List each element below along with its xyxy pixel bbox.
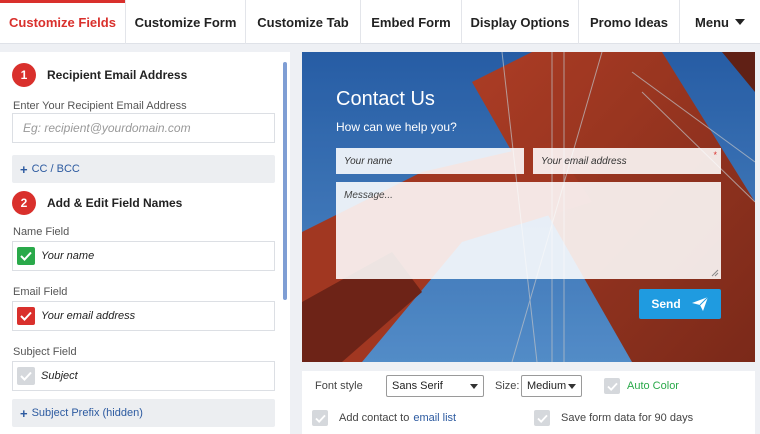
- tab-label: Customize Form: [134, 14, 237, 30]
- panel-scrollbar[interactable]: [283, 62, 287, 300]
- name-field-value: Your name: [41, 250, 95, 262]
- auto-color-label: Auto Color: [627, 380, 679, 392]
- subject-field-value: Subject: [41, 370, 78, 382]
- section-title: Add & Edit Field Names: [47, 196, 183, 210]
- tab-label: Embed Form: [371, 14, 451, 30]
- chevron-down-icon: [470, 383, 478, 389]
- font-style-label: Font style: [315, 380, 363, 392]
- subject-field-checkbox[interactable]: [17, 367, 35, 385]
- preview-email-input[interactable]: Your email address *: [533, 148, 721, 174]
- contact-title: Contact Us: [336, 88, 435, 110]
- name-field-label: Name Field: [13, 226, 70, 238]
- step-number-badge: 1: [12, 63, 36, 87]
- subject-prefix-toggle[interactable]: + Subject Prefix (hidden): [12, 399, 275, 427]
- tab-embed-form[interactable]: Embed Form: [361, 0, 462, 44]
- send-label: Send: [651, 297, 681, 311]
- paper-plane-icon: [691, 296, 709, 311]
- checkmark-icon: [606, 382, 618, 391]
- subject-field-label: Subject Field: [13, 346, 77, 358]
- tab-customize-tab[interactable]: Customize Tab: [246, 0, 361, 44]
- tab-customize-form[interactable]: Customize Form: [126, 0, 246, 44]
- email-field-value: Your email address: [41, 310, 136, 322]
- checkmark-icon: [314, 414, 326, 423]
- checkmark-icon: [536, 414, 548, 423]
- tab-display-options[interactable]: Display Options: [462, 0, 579, 44]
- size-select[interactable]: Medium: [521, 375, 582, 397]
- cc-bcc-label: CC / BCC: [31, 163, 80, 175]
- name-field-input[interactable]: Your name: [12, 241, 275, 271]
- font-style-value: Sans Serif: [392, 380, 443, 392]
- tab-label: Menu: [695, 14, 729, 30]
- send-button[interactable]: Send: [639, 289, 721, 319]
- menu-dropdown[interactable]: Menu: [680, 0, 760, 44]
- tab-label: Customize Tab: [257, 14, 349, 30]
- size-label: Size:: [495, 380, 520, 392]
- add-contact-option[interactable]: Add contact to email list: [312, 410, 456, 426]
- resize-handle-icon[interactable]: [711, 269, 719, 277]
- email-field-label: Email Field: [13, 286, 68, 298]
- section-fields-header: 2 Add & Edit Field Names: [12, 191, 182, 215]
- font-style-select[interactable]: Sans Serif: [386, 375, 484, 397]
- step-number-badge: 2: [12, 191, 36, 215]
- tab-label: Customize Fields: [9, 14, 116, 30]
- preview-name-input[interactable]: Your name: [336, 148, 524, 174]
- save-form-data-checkbox[interactable]: [534, 410, 550, 426]
- auto-color-checkbox[interactable]: [604, 378, 620, 394]
- email-field-checkbox[interactable]: [17, 307, 35, 325]
- tab-customize-fields[interactable]: Customize Fields: [0, 0, 126, 44]
- checkmark-icon: [20, 371, 32, 381]
- subject-field-input[interactable]: Subject: [12, 361, 275, 391]
- fields-panel: 1 Recipient Email Address Enter Your Rec…: [0, 52, 290, 434]
- add-contact-checkbox[interactable]: [312, 410, 328, 426]
- auto-color-option[interactable]: Auto Color: [604, 378, 679, 394]
- save-form-data-label: Save form data for 90 days: [561, 412, 694, 424]
- preview-message-textarea[interactable]: Message...: [336, 182, 721, 279]
- add-contact-label: Add contact to: [339, 412, 410, 424]
- section-recipient-header: 1 Recipient Email Address: [12, 63, 187, 87]
- email-field-input[interactable]: Your email address: [12, 301, 275, 331]
- top-tab-bar: Customize Fields Customize Form Customiz…: [0, 0, 760, 44]
- tab-label: Promo Ideas: [589, 14, 669, 30]
- size-value: Medium: [527, 380, 567, 392]
- chevron-down-icon: [734, 19, 745, 25]
- plus-icon: +: [20, 161, 28, 177]
- recipient-email-label: Enter Your Recipient Email Address: [13, 100, 187, 112]
- display-options-bar: Font style Sans Serif Size: Medium Auto …: [302, 371, 755, 434]
- tab-promo-ideas[interactable]: Promo Ideas: [579, 0, 680, 44]
- recipient-email-input[interactable]: Eg: recipient@yourdomain.com: [12, 113, 275, 143]
- contact-subtitle: How can we help you?: [336, 120, 457, 134]
- chevron-down-icon: [568, 383, 576, 389]
- preview-message-placeholder: Message...: [344, 190, 393, 201]
- preview-email-placeholder: Your email address: [541, 155, 627, 167]
- form-preview: Contact Us How can we help you? Your nam…: [302, 52, 755, 362]
- email-list-link[interactable]: email list: [413, 412, 456, 424]
- checkmark-icon: [20, 251, 32, 261]
- name-field-checkbox[interactable]: [17, 247, 35, 265]
- save-form-data-option[interactable]: Save form data for 90 days: [534, 410, 693, 426]
- section-title: Recipient Email Address: [47, 68, 188, 82]
- required-asterisk: *: [713, 150, 717, 160]
- checkmark-icon: [20, 311, 32, 321]
- subject-prefix-label: Subject Prefix (hidden): [31, 407, 143, 419]
- cc-bcc-toggle[interactable]: + CC / BCC: [12, 155, 275, 183]
- plus-icon: +: [20, 405, 28, 421]
- tab-label: Display Options: [470, 14, 570, 30]
